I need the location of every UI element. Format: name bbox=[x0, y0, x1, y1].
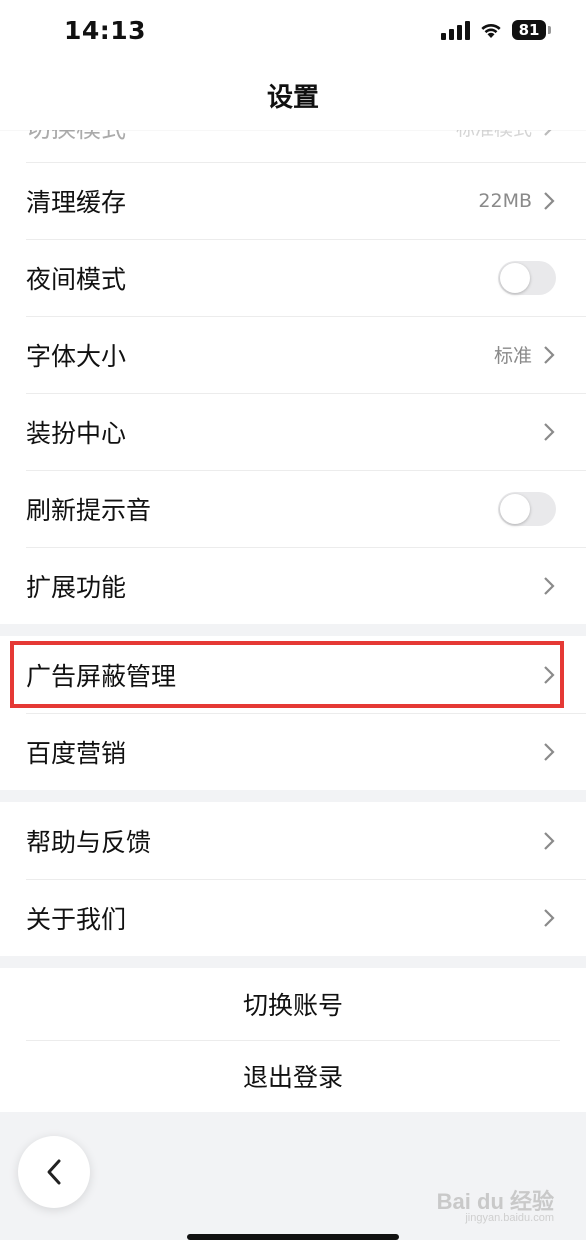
switch-account-button[interactable]: 切换账号 bbox=[0, 968, 586, 1040]
setting-row-refresh-sound: 刷新提示音 bbox=[0, 470, 586, 547]
account-group: 切换账号 退出登录 bbox=[0, 968, 586, 1112]
setting-label: 百度营销 bbox=[26, 738, 127, 768]
settings-group-help: 帮助与反馈 关于我们 bbox=[0, 802, 586, 956]
setting-row-baidu-marketing[interactable]: 百度营销 bbox=[0, 713, 586, 790]
nav-bar: 设置 bbox=[0, 66, 586, 130]
font-size-value: 标准 bbox=[493, 345, 532, 367]
chevron-right-icon bbox=[544, 742, 555, 761]
setting-row-font-size[interactable]: 字体大小 标准 bbox=[0, 316, 586, 393]
setting-row-ad-block[interactable]: 广告屏蔽管理 bbox=[0, 636, 586, 713]
setting-label: 广告屏蔽管理 bbox=[26, 661, 177, 691]
setting-label: 刷新提示音 bbox=[26, 495, 152, 525]
chevron-right-icon bbox=[544, 576, 555, 595]
chevron-right-icon bbox=[544, 665, 555, 684]
setting-row-clear-cache[interactable]: 清理缓存 22MB bbox=[0, 162, 586, 239]
setting-row-extensions[interactable]: 扩展功能 bbox=[0, 547, 586, 624]
setting-label: 夜间模式 bbox=[26, 264, 127, 294]
cache-size-value: 22MB bbox=[478, 189, 532, 212]
night-mode-toggle[interactable] bbox=[498, 260, 556, 295]
setting-row-about-us[interactable]: 关于我们 bbox=[0, 879, 586, 956]
setting-row-night-mode: 夜间模式 bbox=[0, 239, 586, 316]
status-icons: 81 bbox=[441, 20, 551, 40]
chevron-right-icon bbox=[544, 345, 555, 364]
chevron-right-icon bbox=[544, 422, 555, 441]
home-indicator bbox=[187, 1234, 399, 1240]
battery-icon: 81 bbox=[512, 20, 551, 40]
setting-row-help-feedback[interactable]: 帮助与反馈 bbox=[0, 802, 586, 879]
settings-content: 切换模式 标准模式 清理缓存 22MB 夜间模式 字体大小 标准 装扮中心 刷新… bbox=[0, 92, 586, 1112]
setting-label: 帮助与反馈 bbox=[26, 827, 152, 857]
chevron-right-icon bbox=[544, 191, 555, 210]
status-bar: 14:13 81 bbox=[0, 0, 586, 66]
signal-icon bbox=[441, 20, 470, 40]
refresh-sound-toggle[interactable] bbox=[498, 491, 556, 526]
watermark-url: jingyan.baidu.com bbox=[465, 1212, 554, 1224]
settings-group-ads: 广告屏蔽管理 百度营销 bbox=[0, 636, 586, 790]
setting-label: 字体大小 bbox=[26, 341, 127, 371]
setting-label: 关于我们 bbox=[26, 904, 127, 934]
page-title: 设置 bbox=[266, 83, 319, 113]
settings-group-general: 切换模式 标准模式 清理缓存 22MB 夜间模式 字体大小 标准 装扮中心 刷新… bbox=[0, 92, 586, 624]
chevron-right-icon bbox=[544, 831, 555, 850]
setting-label: 装扮中心 bbox=[26, 418, 127, 448]
setting-label: 扩展功能 bbox=[26, 572, 127, 602]
back-button[interactable] bbox=[18, 1136, 90, 1208]
chevron-left-icon bbox=[47, 1159, 61, 1185]
setting-row-theme-center[interactable]: 装扮中心 bbox=[0, 393, 586, 470]
status-time: 14:13 bbox=[64, 16, 147, 45]
chevron-right-icon bbox=[544, 908, 555, 927]
logout-button[interactable]: 退出登录 bbox=[0, 1040, 586, 1112]
wifi-icon bbox=[481, 23, 501, 38]
setting-label: 清理缓存 bbox=[26, 187, 127, 217]
